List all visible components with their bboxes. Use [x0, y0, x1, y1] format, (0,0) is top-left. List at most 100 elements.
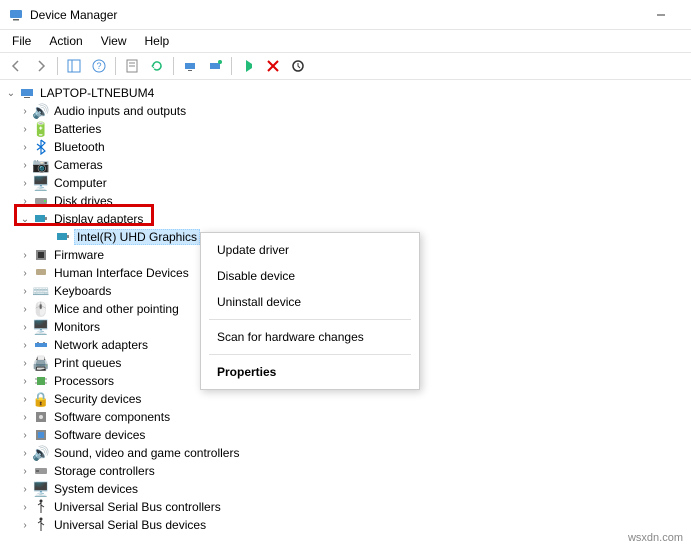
forward-button[interactable]	[29, 55, 53, 77]
hid-icon	[33, 265, 49, 281]
display-adapter-icon	[33, 211, 49, 227]
window-controls	[639, 0, 683, 30]
usb-icon	[33, 499, 49, 515]
expand-icon[interactable]: ›	[18, 392, 32, 406]
expand-icon[interactable]: ›	[18, 482, 32, 496]
expand-icon[interactable]: ›	[18, 500, 32, 514]
tree-node-audio[interactable]: ›🔊Audio inputs and outputs	[2, 102, 689, 120]
tree-node-storage[interactable]: ›Storage controllers	[2, 462, 689, 480]
tree-node-sw-dev[interactable]: ›Software devices	[2, 426, 689, 444]
ctx-uninstall-device[interactable]: Uninstall device	[201, 289, 419, 315]
computer-icon: 🖥️	[33, 175, 49, 191]
sound-icon: 🔊	[33, 445, 49, 461]
collapse-icon[interactable]: ⌄	[4, 86, 18, 100]
expand-icon[interactable]: ›	[18, 158, 32, 172]
title-bar: Device Manager	[0, 0, 691, 30]
display-adapter-icon	[55, 229, 71, 245]
expand-icon[interactable]: ›	[18, 446, 32, 460]
expand-icon[interactable]: ›	[18, 194, 32, 208]
minimize-button[interactable]	[639, 0, 683, 30]
tree-node-display[interactable]: ⌄Display adapters	[2, 210, 689, 228]
ctx-update-driver[interactable]: Update driver	[201, 237, 419, 263]
device-manager-icon	[8, 7, 24, 23]
software-comp-icon	[33, 409, 49, 425]
menu-help[interactable]: Help	[137, 32, 178, 50]
keyboard-icon: ⌨️	[33, 283, 49, 299]
separator	[231, 57, 232, 75]
separator	[115, 57, 116, 75]
collapse-icon[interactable]: ⌄	[18, 212, 32, 226]
software-dev-icon	[33, 427, 49, 443]
battery-icon: 🔋	[33, 121, 49, 137]
mouse-icon: 🖱️	[33, 301, 49, 317]
tree-node-sw-comp[interactable]: ›Software components	[2, 408, 689, 426]
show-hide-tree-button[interactable]	[62, 55, 86, 77]
expand-icon[interactable]: ›	[18, 338, 32, 352]
menu-action[interactable]: Action	[41, 32, 90, 50]
separator	[57, 57, 58, 75]
storage-icon	[33, 463, 49, 479]
expand-icon[interactable]: ›	[18, 140, 32, 154]
menu-file[interactable]: File	[4, 32, 39, 50]
system-icon: 🖥️	[33, 481, 49, 497]
bluetooth-icon	[33, 139, 49, 155]
usb-icon	[33, 517, 49, 533]
firmware-icon	[33, 247, 49, 263]
expand-icon[interactable]: ›	[18, 176, 32, 190]
tree-node-system[interactable]: ›🖥️System devices	[2, 480, 689, 498]
tree-node-usb-dev[interactable]: ›Universal Serial Bus devices	[2, 516, 689, 534]
network-icon	[33, 337, 49, 353]
expand-icon[interactable]: ›	[18, 464, 32, 478]
menu-bar: File Action View Help	[0, 30, 691, 53]
help-button[interactable]: ?	[87, 55, 111, 77]
refresh-button[interactable]	[145, 55, 169, 77]
menu-view[interactable]: View	[93, 32, 135, 50]
uninstall-button[interactable]	[261, 55, 285, 77]
tree-node-disk[interactable]: ›Disk drives	[2, 192, 689, 210]
ctx-properties[interactable]: Properties	[201, 359, 419, 385]
expand-icon[interactable]: ›	[18, 320, 32, 334]
update-driver-button[interactable]	[178, 55, 202, 77]
disk-icon	[33, 193, 49, 209]
expand-icon[interactable]: ›	[18, 284, 32, 298]
camera-icon: 📷	[33, 157, 49, 173]
processor-icon	[33, 373, 49, 389]
tree-node-cameras[interactable]: ›📷Cameras	[2, 156, 689, 174]
back-button[interactable]	[4, 55, 28, 77]
audio-icon: 🔊	[33, 103, 49, 119]
security-icon: 🔒	[33, 391, 49, 407]
ctx-scan-hardware[interactable]: Scan for hardware changes	[201, 324, 419, 350]
scan-hardware-button[interactable]	[203, 55, 227, 77]
tree-root[interactable]: ⌄ LAPTOP-LTNEBUM4	[2, 84, 689, 102]
properties-button[interactable]	[120, 55, 144, 77]
tree-node-batteries[interactable]: ›🔋Batteries	[2, 120, 689, 138]
monitor-icon: 🖥️	[33, 319, 49, 335]
expand-icon[interactable]: ›	[18, 122, 32, 136]
svg-text:?: ?	[96, 61, 101, 71]
expand-icon[interactable]: ›	[18, 518, 32, 532]
expand-icon[interactable]: ›	[18, 104, 32, 118]
expand-icon[interactable]: ›	[18, 356, 32, 370]
ctx-disable-device[interactable]: Disable device	[201, 263, 419, 289]
tree-root-label: LAPTOP-LTNEBUM4	[38, 86, 156, 100]
expand-icon[interactable]: ›	[18, 266, 32, 280]
watermark: wsxdn.com	[628, 532, 683, 544]
separator	[209, 319, 411, 320]
expand-icon[interactable]: ›	[18, 302, 32, 316]
expand-icon[interactable]: ›	[18, 410, 32, 424]
toolbar: ?	[0, 53, 691, 80]
tree-node-bluetooth[interactable]: ›Bluetooth	[2, 138, 689, 156]
tree-node-usb-ctrl[interactable]: ›Universal Serial Bus controllers	[2, 498, 689, 516]
separator	[209, 354, 411, 355]
enable-button[interactable]	[236, 55, 260, 77]
tree-node-security[interactable]: ›🔒Security devices	[2, 390, 689, 408]
tree-node-sound[interactable]: ›🔊Sound, video and game controllers	[2, 444, 689, 462]
expand-icon[interactable]: ›	[18, 248, 32, 262]
window-title: Device Manager	[30, 8, 639, 22]
tree-node-computer[interactable]: ›🖥️Computer	[2, 174, 689, 192]
expand-icon[interactable]: ›	[18, 374, 32, 388]
expand-icon[interactable]: ›	[18, 428, 32, 442]
disable-button[interactable]	[286, 55, 310, 77]
printer-icon: 🖨️	[33, 355, 49, 371]
separator	[173, 57, 174, 75]
